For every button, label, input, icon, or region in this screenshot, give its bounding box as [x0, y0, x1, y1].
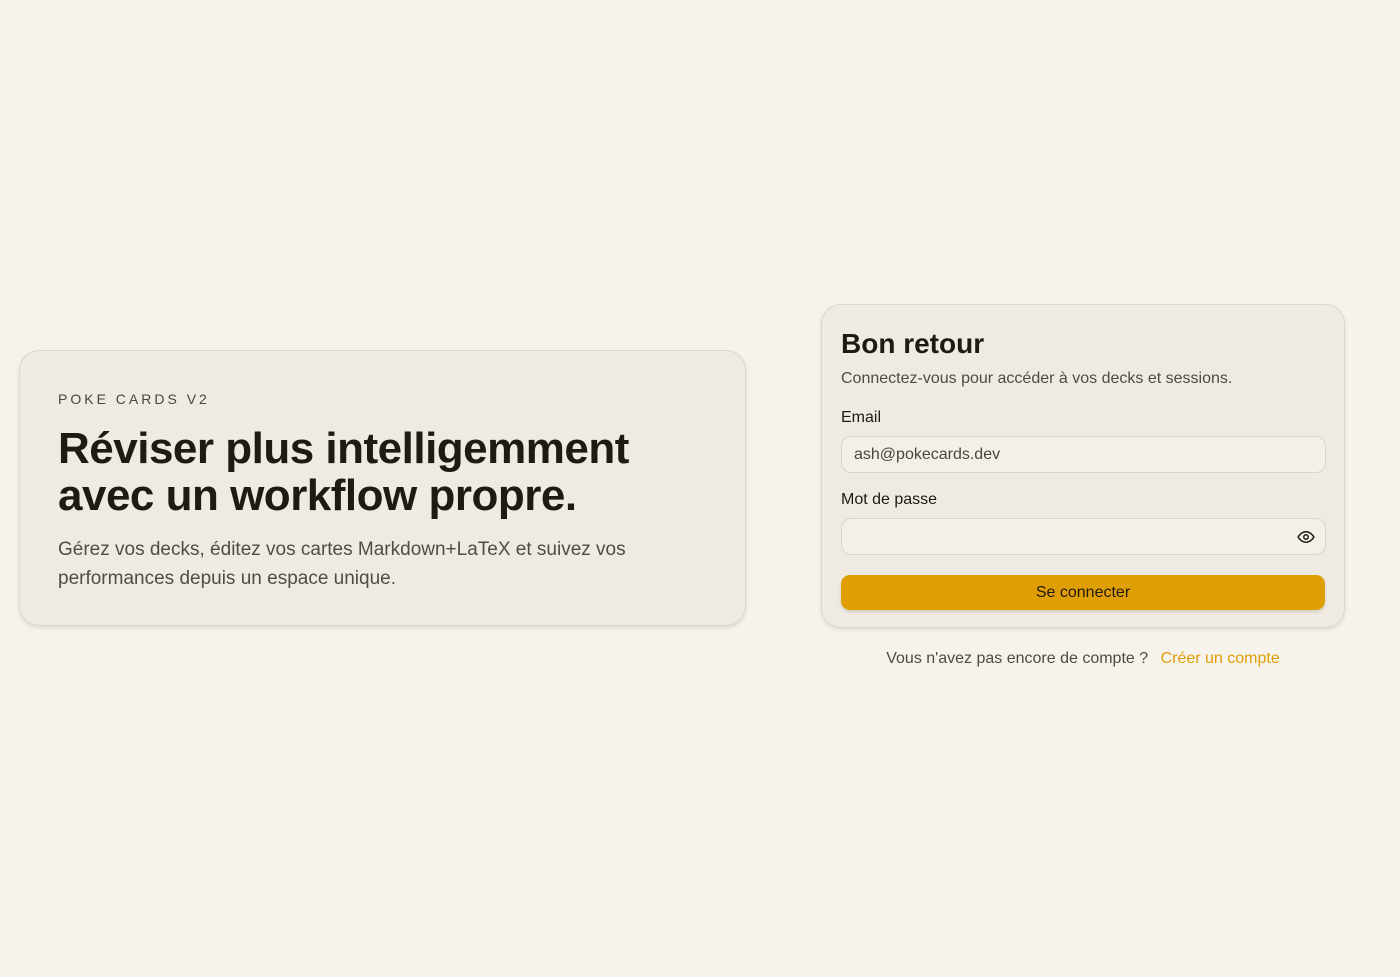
hero-description: Gérez vos decks, éditez vos cartes Markd…: [58, 539, 626, 589]
login-button[interactable]: Se connecter: [841, 575, 1325, 610]
email-label: Email: [841, 409, 882, 426]
password-field[interactable]: [841, 518, 1326, 555]
hero-title: Réviser plus intelligemment avec un work…: [58, 425, 707, 519]
create-account-link[interactable]: Créer un compte: [1161, 650, 1280, 667]
signup-row: Vous n'avez pas encore de compte ? Créer…: [821, 648, 1345, 670]
password-field-wrap: [841, 518, 1326, 555]
password-label: Mot de passe: [841, 491, 938, 508]
hero-title-line1: Réviser plus intelligemment: [58, 424, 629, 473]
app-eyebrow: POKE CARDS V2: [58, 391, 210, 407]
email-field[interactable]: [841, 436, 1326, 473]
login-subtitle: Connectez-vous pour accéder à vos decks …: [841, 370, 1233, 387]
login-title: Bon retour: [841, 328, 985, 359]
email-field-wrap: [841, 436, 1326, 473]
hero-title-line2: avec un workflow propre.: [58, 471, 577, 520]
signup-prompt: Vous n'avez pas encore de compte ?: [886, 650, 1149, 667]
login-card: Bon retour Connectez-vous pour accéder à…: [821, 304, 1345, 628]
hero-card: POKE CARDS V2 Réviser plus intelligemmen…: [19, 350, 746, 626]
eye-icon[interactable]: [1296, 527, 1316, 547]
